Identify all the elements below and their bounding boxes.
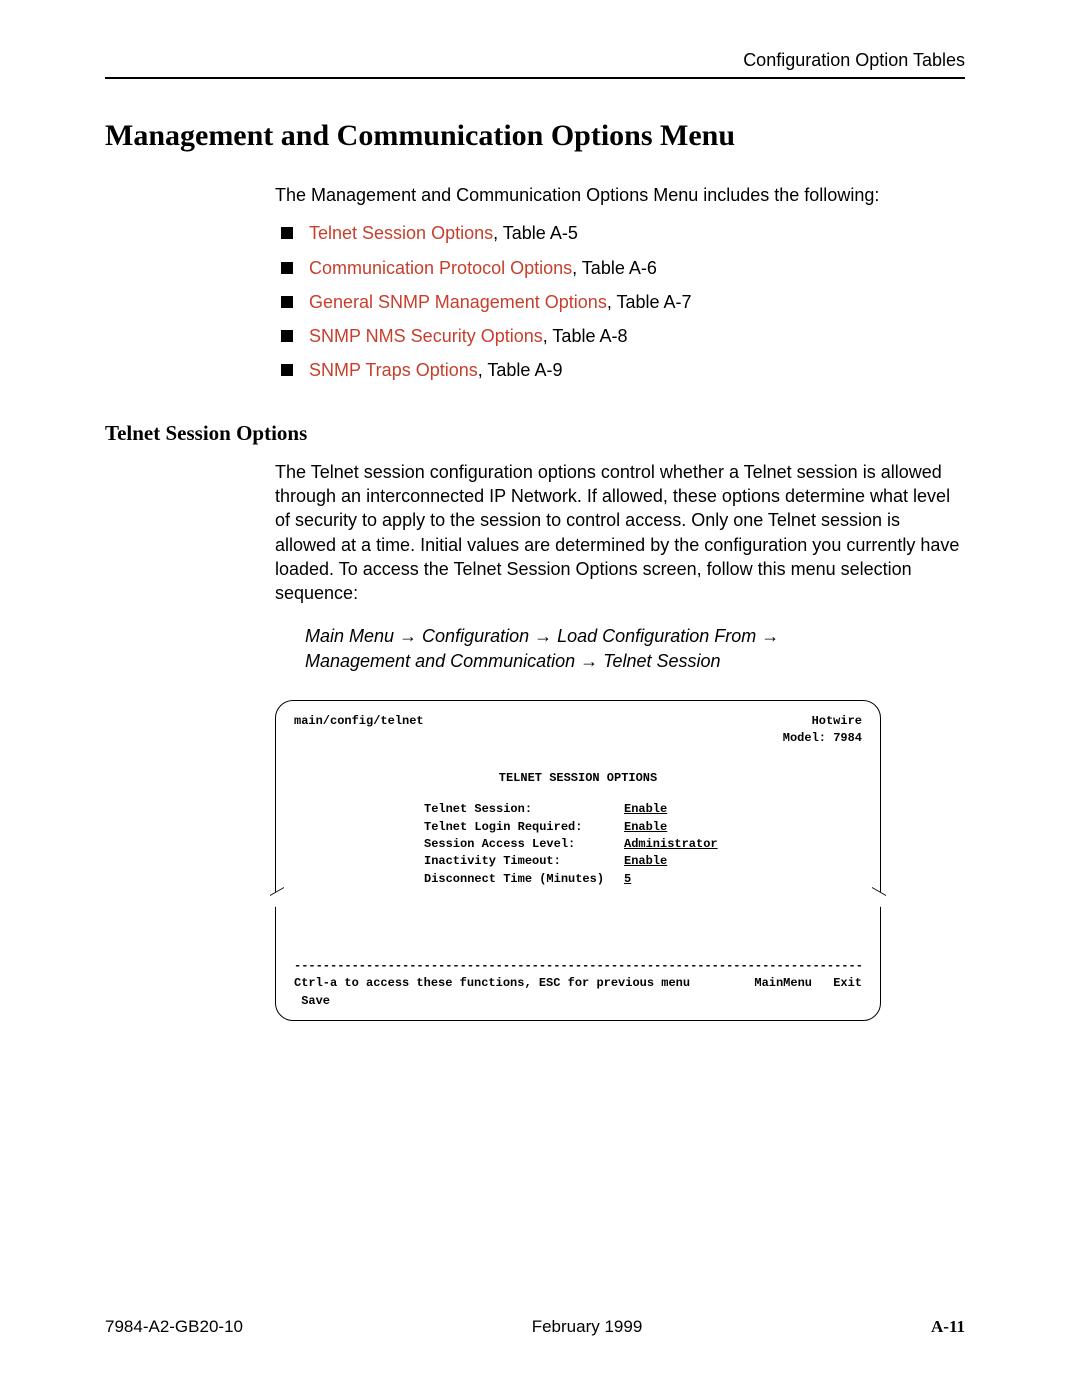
list-item-suffix: , Table A-8: [543, 326, 628, 346]
option-value[interactable]: Administrator: [624, 836, 718, 853]
list-item-suffix: , Table A-5: [493, 223, 578, 243]
header-rule: [105, 77, 965, 79]
list-item-suffix: , Table A-7: [607, 292, 692, 312]
page-break-mark: [270, 887, 284, 910]
option-value[interactable]: Enable: [624, 819, 667, 836]
intro-paragraph: The Management and Communication Options…: [275, 183, 965, 207]
action-save[interactable]: Save: [301, 994, 330, 1008]
menu-sequence-line: Main Menu → Configuration → Load Configu…: [305, 624, 965, 649]
terminal-option-row: Session Access Level:Administrator: [424, 836, 862, 853]
option-label: Inactivity Timeout:: [424, 853, 624, 870]
running-head: Configuration Option Tables: [105, 50, 965, 71]
option-value[interactable]: Enable: [624, 801, 667, 818]
list-item-suffix: , Table A-6: [572, 258, 657, 278]
xref-link[interactable]: Telnet Session Options: [309, 223, 493, 243]
subsection-body: The Telnet session configuration options…: [275, 460, 965, 674]
bullet-list: Telnet Session Options, Table A-5 Commun…: [275, 221, 965, 382]
list-item: SNMP Traps Options, Table A-9: [275, 358, 965, 382]
xref-link[interactable]: SNMP Traps Options: [309, 360, 478, 380]
list-item-suffix: , Table A-9: [478, 360, 563, 380]
subsection-paragraph: The Telnet session configuration options…: [275, 460, 965, 606]
terminal-footer-row2: Save: [294, 993, 862, 1010]
footer-date: February 1999: [532, 1317, 643, 1337]
terminal-wrapper: main/config/telnet Hotwire Model: 7984 T…: [275, 700, 965, 1021]
option-label: Telnet Login Required:: [424, 819, 624, 836]
section-title: Management and Communication Options Men…: [105, 119, 965, 153]
terminal-header-row: main/config/telnet Hotwire: [294, 713, 862, 730]
terminal-divider: ----------------------------------------…: [294, 958, 862, 975]
option-label: Session Access Level:: [424, 836, 624, 853]
terminal-hint: Ctrl-a to access these functions, ESC fo…: [294, 975, 690, 992]
list-item: SNMP NMS Security Options, Table A-8: [275, 324, 965, 348]
menu-sequence: Main Menu → Configuration → Load Configu…: [305, 624, 965, 674]
xref-link[interactable]: General SNMP Management Options: [309, 292, 607, 312]
option-value[interactable]: Enable: [624, 853, 667, 870]
option-label: Disconnect Time (Minutes): [424, 871, 624, 888]
footer-doc-id: 7984-A2-GB20-10: [105, 1317, 243, 1337]
terminal-screen-title: TELNET SESSION OPTIONS: [294, 770, 862, 787]
list-item: Communication Protocol Options, Table A-…: [275, 256, 965, 280]
list-item: Telnet Session Options, Table A-5: [275, 221, 965, 245]
terminal-option-row: Telnet Login Required:Enable: [424, 819, 862, 836]
terminal-options: Telnet Session:Enable Telnet Login Requi…: [424, 801, 862, 888]
action-exit[interactable]: Exit: [833, 976, 862, 990]
action-mainmenu[interactable]: MainMenu: [754, 976, 812, 990]
terminal-path: main/config/telnet: [294, 713, 424, 730]
option-label: Telnet Session:: [424, 801, 624, 818]
terminal-actions: MainMenu Exit: [740, 975, 862, 992]
xref-link[interactable]: Communication Protocol Options: [309, 258, 572, 278]
terminal-model: Model: 7984: [783, 730, 862, 747]
intro-block: The Management and Communication Options…: [275, 183, 965, 383]
menu-sequence-line: Management and Communication → Telnet Se…: [305, 649, 965, 674]
page: Configuration Option Tables Management a…: [0, 0, 1080, 1397]
list-item: General SNMP Management Options, Table A…: [275, 290, 965, 314]
terminal-option-row: Telnet Session:Enable: [424, 801, 862, 818]
terminal-header-row: Model: 7984: [294, 730, 862, 747]
terminal-option-row: Disconnect Time (Minutes)5: [424, 871, 862, 888]
terminal-brand: Hotwire: [812, 713, 862, 730]
terminal-screen: main/config/telnet Hotwire Model: 7984 T…: [275, 700, 881, 1021]
option-value[interactable]: 5: [624, 871, 631, 888]
footer-page-number: A-11: [931, 1317, 965, 1337]
terminal-footer: Ctrl-a to access these functions, ESC fo…: [294, 975, 862, 992]
page-footer: 7984-A2-GB20-10 February 1999 A-11: [105, 1317, 965, 1337]
xref-link[interactable]: SNMP NMS Security Options: [309, 326, 543, 346]
terminal-option-row: Inactivity Timeout:Enable: [424, 853, 862, 870]
subsection-title: Telnet Session Options: [105, 421, 965, 446]
page-break-mark: [872, 887, 886, 910]
